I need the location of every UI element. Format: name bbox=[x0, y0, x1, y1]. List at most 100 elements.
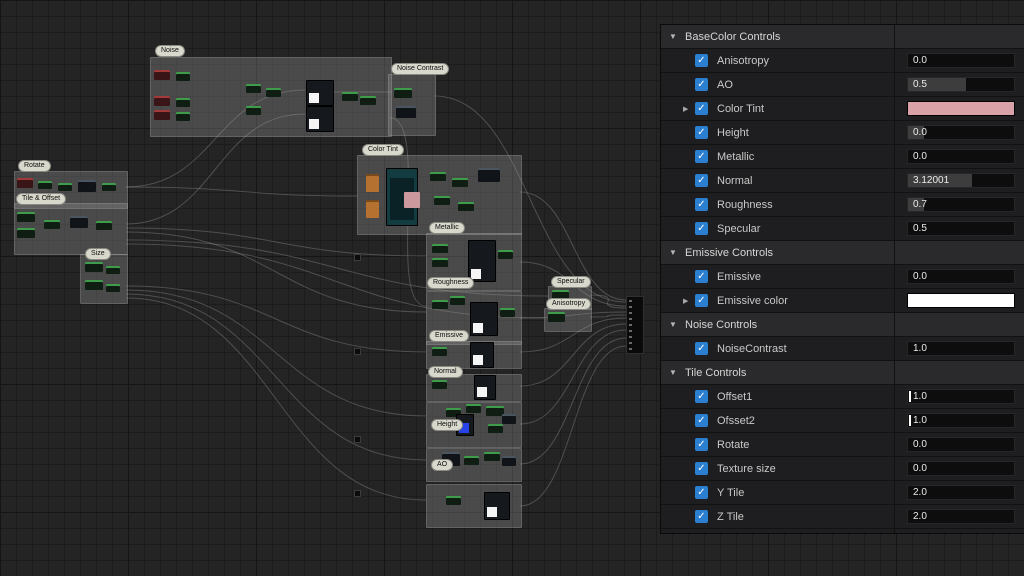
graph-node[interactable] bbox=[432, 258, 448, 267]
material-output-node[interactable] bbox=[626, 296, 644, 354]
override-checkbox[interactable]: ✓ bbox=[695, 462, 708, 475]
override-checkbox[interactable]: ✓ bbox=[695, 438, 708, 451]
graph-node[interactable] bbox=[470, 342, 494, 368]
value-slider[interactable]: 2.0 bbox=[907, 509, 1015, 524]
value-slider[interactable]: 1.0 bbox=[907, 413, 1015, 428]
graph-node[interactable] bbox=[17, 178, 33, 188]
graph-node[interactable] bbox=[246, 84, 261, 93]
graph-node[interactable] bbox=[366, 200, 379, 218]
value-slider[interactable]: 0.0 bbox=[907, 53, 1015, 68]
override-checkbox[interactable]: ✓ bbox=[695, 174, 708, 187]
graph-node[interactable] bbox=[106, 284, 120, 292]
graph-node[interactable] bbox=[452, 178, 468, 187]
param-row[interactable]: ✓Y Tile2.0 bbox=[661, 481, 1024, 505]
graph-node[interactable] bbox=[478, 168, 500, 182]
section-header[interactable]: ▼Noise Controls bbox=[661, 313, 1024, 337]
value-slider[interactable]: 0.0 bbox=[907, 269, 1015, 284]
param-row[interactable]: ✓Roughness0.7 bbox=[661, 193, 1024, 217]
graph-node[interactable] bbox=[96, 221, 112, 230]
reroute-node[interactable] bbox=[354, 254, 361, 261]
section-header[interactable]: ▼Tile Controls bbox=[661, 361, 1024, 385]
graph-node[interactable] bbox=[154, 110, 170, 120]
comment-box[interactable] bbox=[388, 74, 436, 136]
override-checkbox[interactable]: ✓ bbox=[695, 198, 708, 211]
override-checkbox[interactable]: ✓ bbox=[695, 342, 708, 355]
value-slider[interactable]: 0.0 bbox=[907, 461, 1015, 476]
param-row[interactable]: ✓Height0.0 bbox=[661, 121, 1024, 145]
param-row[interactable]: ▶✓Emissive color bbox=[661, 289, 1024, 313]
graph-node[interactable] bbox=[432, 380, 447, 389]
graph-node[interactable] bbox=[70, 216, 88, 228]
graph-node[interactable] bbox=[306, 106, 334, 132]
graph-node[interactable] bbox=[360, 96, 376, 105]
override-checkbox[interactable]: ✓ bbox=[695, 102, 708, 115]
graph-node[interactable] bbox=[446, 496, 461, 505]
graph-node[interactable] bbox=[450, 296, 465, 305]
graph-node[interactable] bbox=[266, 88, 281, 97]
graph-node[interactable] bbox=[176, 98, 190, 107]
override-checkbox[interactable]: ✓ bbox=[695, 390, 708, 403]
graph-node[interactable] bbox=[432, 300, 448, 309]
color-swatch[interactable] bbox=[907, 101, 1015, 116]
graph-node[interactable] bbox=[470, 302, 498, 336]
param-row[interactable]: ✓NoiseContrast1.0 bbox=[661, 337, 1024, 361]
param-row[interactable]: ✓Rotate0.0 bbox=[661, 433, 1024, 457]
param-row[interactable]: ✓Emissive0.0 bbox=[661, 265, 1024, 289]
graph-node[interactable] bbox=[85, 262, 103, 272]
param-row[interactable]: ✓Ofsset21.0 bbox=[661, 409, 1024, 433]
collapse-icon[interactable]: ▼ bbox=[669, 248, 681, 257]
override-checkbox[interactable]: ✓ bbox=[695, 414, 708, 427]
expand-icon[interactable]: ▶ bbox=[683, 297, 695, 305]
graph-node[interactable] bbox=[468, 240, 496, 282]
graph-node[interactable] bbox=[154, 96, 170, 106]
value-slider[interactable]: 0.0 bbox=[907, 149, 1015, 164]
value-slider[interactable]: 3.12001 bbox=[907, 173, 1015, 188]
override-checkbox[interactable]: ✓ bbox=[695, 150, 708, 163]
graph-node[interactable] bbox=[176, 112, 190, 121]
graph-node[interactable] bbox=[432, 347, 447, 356]
graph-node[interactable] bbox=[502, 414, 516, 424]
graph-node[interactable] bbox=[432, 244, 448, 253]
graph-node[interactable] bbox=[366, 174, 379, 192]
param-row[interactable]: ✓Anisotropy0.0 bbox=[661, 49, 1024, 73]
param-row[interactable]: ▶✓Color Tint bbox=[661, 97, 1024, 121]
override-checkbox[interactable]: ✓ bbox=[695, 126, 708, 139]
override-checkbox[interactable]: ✓ bbox=[695, 270, 708, 283]
graph-node[interactable] bbox=[394, 88, 412, 98]
param-row[interactable]: ✓Z Tile2.0 bbox=[661, 505, 1024, 529]
value-slider[interactable]: 1.0 bbox=[907, 341, 1015, 356]
param-row[interactable]: ✓Texture size0.0 bbox=[661, 457, 1024, 481]
graph-node[interactable] bbox=[430, 172, 446, 181]
graph-node[interactable] bbox=[466, 404, 481, 413]
graph-node[interactable] bbox=[246, 106, 261, 115]
override-checkbox[interactable]: ✓ bbox=[695, 222, 708, 235]
graph-node[interactable] bbox=[38, 181, 52, 189]
graph-node[interactable] bbox=[17, 228, 35, 238]
graph-node[interactable] bbox=[78, 180, 96, 192]
graph-node[interactable] bbox=[404, 192, 420, 208]
override-checkbox[interactable]: ✓ bbox=[695, 78, 708, 91]
graph-node[interactable] bbox=[154, 70, 170, 80]
value-slider[interactable]: 0.5 bbox=[907, 221, 1015, 236]
graph-node[interactable] bbox=[464, 456, 479, 465]
color-swatch[interactable] bbox=[907, 293, 1015, 308]
value-slider[interactable]: 2.0 bbox=[907, 485, 1015, 500]
graph-node[interactable] bbox=[102, 183, 116, 191]
section-header[interactable]: ▼BaseColor Controls bbox=[661, 25, 1024, 49]
graph-node[interactable] bbox=[434, 196, 450, 205]
value-slider[interactable]: 0.5 bbox=[907, 77, 1015, 92]
graph-node[interactable] bbox=[458, 202, 474, 211]
graph-node[interactable] bbox=[342, 92, 358, 101]
graph-node[interactable] bbox=[106, 266, 120, 274]
collapse-icon[interactable]: ▼ bbox=[669, 32, 681, 41]
override-checkbox[interactable]: ✓ bbox=[695, 486, 708, 499]
graph-node[interactable] bbox=[306, 80, 334, 106]
graph-node[interactable] bbox=[44, 220, 60, 229]
override-checkbox[interactable]: ✓ bbox=[695, 54, 708, 67]
panel-column-splitter[interactable] bbox=[894, 25, 895, 533]
graph-node[interactable] bbox=[58, 183, 72, 191]
graph-node[interactable] bbox=[488, 424, 503, 433]
graph-node[interactable] bbox=[484, 452, 500, 461]
value-slider[interactable]: 0.0 bbox=[907, 437, 1015, 452]
override-checkbox[interactable]: ✓ bbox=[695, 510, 708, 523]
